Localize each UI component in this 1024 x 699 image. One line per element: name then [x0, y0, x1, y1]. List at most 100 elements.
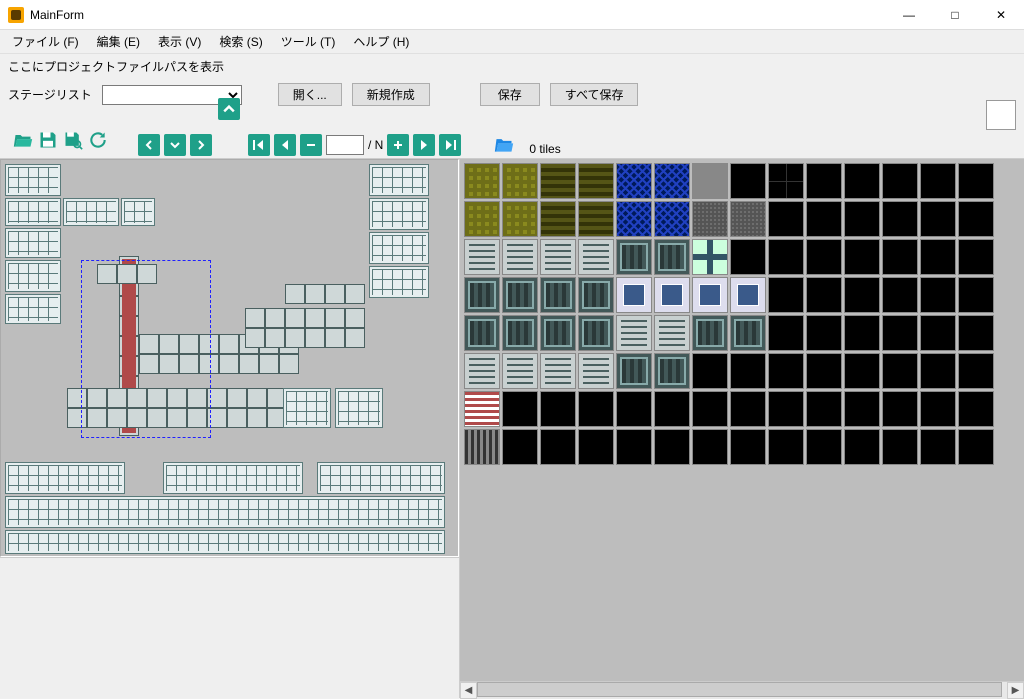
palette-tile[interactable] — [882, 201, 918, 237]
palette-tile[interactable] — [578, 429, 614, 465]
palette-tile[interactable] — [502, 277, 538, 313]
last-icon[interactable] — [439, 134, 461, 156]
palette-tile[interactable] — [654, 353, 690, 389]
palette-tile[interactable] — [502, 163, 538, 199]
color-swatch[interactable] — [986, 100, 1016, 130]
palette-tile[interactable] — [920, 277, 956, 313]
palette-tile[interactable] — [464, 429, 500, 465]
palette-tile[interactable] — [730, 353, 766, 389]
palette-tile[interactable] — [616, 391, 652, 427]
prev-icon[interactable] — [274, 134, 296, 156]
menu-edit[interactable]: 編集 (E) — [89, 31, 148, 52]
palette-tile[interactable] — [730, 163, 766, 199]
palette-tile[interactable] — [540, 277, 576, 313]
palette-tile[interactable] — [578, 201, 614, 237]
palette-tile[interactable] — [692, 163, 728, 199]
up-icon[interactable] — [218, 98, 240, 120]
menu-file[interactable]: ファイル (F) — [4, 31, 87, 52]
palette-tile[interactable] — [616, 277, 652, 313]
palette-tile[interactable] — [958, 277, 994, 313]
palette-tile[interactable] — [806, 429, 842, 465]
save-search-icon[interactable] — [62, 130, 84, 156]
palette-tile[interactable] — [616, 429, 652, 465]
palette-tile[interactable] — [464, 277, 500, 313]
palette-tile[interactable] — [654, 315, 690, 351]
palette-tile[interactable] — [882, 163, 918, 199]
next-icon[interactable] — [413, 134, 435, 156]
palette-tile[interactable] — [692, 429, 728, 465]
map-canvas[interactable] — [0, 159, 459, 557]
minus-icon[interactable] — [300, 134, 322, 156]
palette-tile[interactable] — [654, 391, 690, 427]
palette-tile[interactable] — [540, 391, 576, 427]
palette-tile[interactable] — [920, 429, 956, 465]
palette-tile[interactable] — [806, 201, 842, 237]
save-all-button[interactable]: すべて保存 — [550, 83, 639, 106]
palette-tile[interactable] — [464, 353, 500, 389]
palette-tile[interactable] — [616, 201, 652, 237]
palette-tile[interactable] — [464, 163, 500, 199]
palette-tile[interactable] — [882, 239, 918, 275]
menu-view[interactable]: 表示 (V) — [150, 31, 209, 52]
palette-tile[interactable] — [768, 353, 804, 389]
palette-tile[interactable] — [844, 315, 880, 351]
down-icon[interactable] — [164, 134, 186, 156]
page-input[interactable] — [326, 135, 364, 155]
palette-tile[interactable] — [806, 163, 842, 199]
palette-tile[interactable] — [958, 163, 994, 199]
tile-palette[interactable] — [460, 159, 1024, 681]
palette-tile[interactable] — [806, 277, 842, 313]
palette-tile[interactable] — [806, 239, 842, 275]
palette-tile[interactable] — [578, 391, 614, 427]
palette-tile[interactable] — [806, 315, 842, 351]
palette-tile[interactable] — [806, 353, 842, 389]
save-button[interactable]: 保存 — [480, 83, 540, 106]
save-icon[interactable] — [38, 130, 58, 156]
palette-tile[interactable] — [768, 239, 804, 275]
palette-tile[interactable] — [768, 315, 804, 351]
palette-tile[interactable] — [692, 353, 728, 389]
palette-tile[interactable] — [730, 391, 766, 427]
plus-icon[interactable] — [387, 134, 409, 156]
palette-tile[interactable] — [768, 391, 804, 427]
palette-tile[interactable] — [768, 277, 804, 313]
palette-tile[interactable] — [654, 429, 690, 465]
palette-tile[interactable] — [540, 315, 576, 351]
palette-tile[interactable] — [958, 391, 994, 427]
palette-tile[interactable] — [920, 315, 956, 351]
palette-tile[interactable] — [540, 429, 576, 465]
palette-tile[interactable] — [920, 239, 956, 275]
menu-help[interactable]: ヘルプ (H) — [345, 31, 417, 52]
palette-tile[interactable] — [578, 277, 614, 313]
palette-tile[interactable] — [844, 429, 880, 465]
palette-folder-icon[interactable] — [493, 134, 515, 156]
palette-tile[interactable] — [616, 239, 652, 275]
palette-tile[interactable] — [540, 163, 576, 199]
palette-tile[interactable] — [692, 277, 728, 313]
palette-tile[interactable] — [464, 391, 500, 427]
palette-tile[interactable] — [502, 315, 538, 351]
minimize-button[interactable]: — — [886, 0, 932, 30]
palette-tile[interactable] — [920, 391, 956, 427]
palette-tile[interactable] — [958, 353, 994, 389]
palette-tile[interactable] — [464, 201, 500, 237]
palette-tile[interactable] — [730, 277, 766, 313]
palette-tile[interactable] — [958, 315, 994, 351]
palette-tile[interactable] — [502, 429, 538, 465]
palette-tile[interactable] — [730, 201, 766, 237]
palette-tile[interactable] — [844, 391, 880, 427]
palette-tile[interactable] — [730, 315, 766, 351]
maximize-button[interactable]: □ — [932, 0, 978, 30]
new-button[interactable]: 新規作成 — [352, 83, 430, 106]
palette-tile[interactable] — [768, 201, 804, 237]
palette-tile[interactable] — [844, 277, 880, 313]
palette-tile[interactable] — [844, 353, 880, 389]
palette-tile[interactable] — [654, 277, 690, 313]
palette-hscroll[interactable]: ◀ ▶ — [460, 681, 1024, 698]
palette-tile[interactable] — [654, 163, 690, 199]
palette-tile[interactable] — [882, 315, 918, 351]
scroll-left-icon[interactable]: ◀ — [460, 682, 477, 699]
palette-tile[interactable] — [806, 391, 842, 427]
palette-tile[interactable] — [958, 239, 994, 275]
palette-tile[interactable] — [540, 201, 576, 237]
